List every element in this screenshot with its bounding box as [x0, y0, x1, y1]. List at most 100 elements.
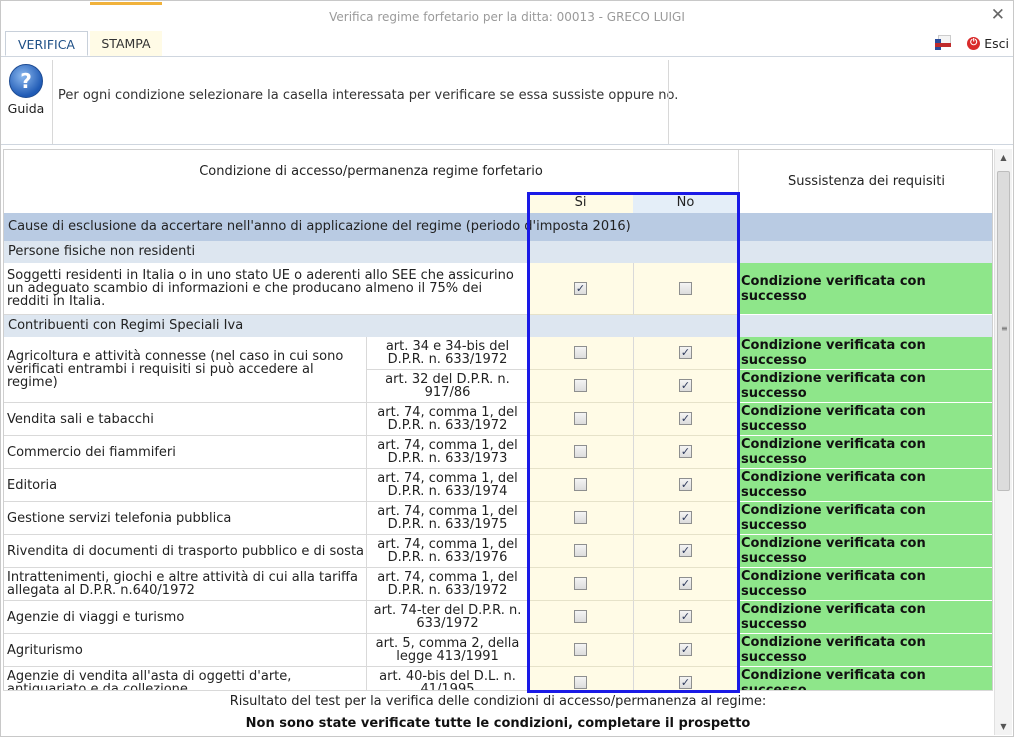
si-checkbox[interactable] [574, 676, 587, 689]
law-reference: art. 32 del D.P.R. n. 917/86 [366, 370, 528, 403]
vertical-scrollbar[interactable]: ▲ ≡ ▼ [994, 149, 1012, 735]
header-result: Sussistenza dei requisiti [738, 150, 992, 214]
no-cell [633, 263, 738, 315]
si-cell [528, 370, 633, 403]
law-reference: art. 74, comma 1, del D.P.R. n. 633/1973 [366, 436, 528, 469]
header-condition: Condizione di accesso/permanenza regime … [199, 164, 543, 179]
si-cell [528, 601, 633, 634]
no-cell: ✓ [633, 535, 738, 568]
ribbon-separator [52, 60, 53, 144]
no-checkbox[interactable]: ✓ [679, 511, 692, 524]
no-cell: ✓ [633, 568, 738, 601]
result-footer: Risultato del test per la verifica delle… [3, 690, 993, 735]
law-reference: art. 74, comma 1, del D.P.R. n. 633/1976 [366, 535, 528, 568]
section-title: Cause di esclusione da accertare nell'an… [4, 213, 992, 241]
result-cell: Condizione verificata con successo [738, 601, 992, 634]
instruction-text: Per ogni condizione selezionare la casel… [58, 88, 679, 103]
si-cell [528, 634, 633, 667]
tab-stampa[interactable]: STAMPA [90, 2, 162, 56]
header-si: Si [528, 193, 633, 213]
condition-label: Editoria [4, 469, 366, 502]
header-no: No [633, 193, 738, 213]
guide-label: Guida [7, 101, 45, 116]
no-checkbox[interactable]: ✓ [679, 643, 692, 656]
law-reference: art. 74, comma 1, del D.P.R. n. 633/1975 [366, 502, 528, 535]
result-cell: Condizione verificata con successo [738, 403, 992, 436]
condition-label: Vendita sali e tabacchi [4, 403, 366, 436]
si-checkbox[interactable] [574, 412, 587, 425]
scroll-thumb[interactable]: ≡ [997, 171, 1010, 491]
law-reference: art. 74, comma 1, del D.P.R. n. 633/1972 [366, 403, 528, 436]
result-cell: Condizione verificata con successo [738, 263, 992, 315]
si-checkbox[interactable] [574, 544, 587, 557]
condition-label: Agricoltura e attività connesse (nel cas… [4, 337, 366, 403]
condition-label: Soggetti residenti in Italia o in uno st… [4, 263, 528, 315]
condition-label: Agriturismo [4, 634, 366, 667]
si-checkbox[interactable] [574, 511, 587, 524]
no-checkbox[interactable]: ✓ [679, 412, 692, 425]
result-cell: Condizione verificata con successo [738, 535, 992, 568]
conditions-grid: Condizione di accesso/permanenza regime … [3, 149, 993, 733]
no-checkbox[interactable]: ✓ [679, 610, 692, 623]
footer-caption: Risultato del test per la verifica delle… [229, 694, 767, 709]
si-cell [528, 535, 633, 568]
si-checkbox[interactable] [574, 478, 587, 491]
si-cell [528, 502, 633, 535]
no-cell: ✓ [633, 601, 738, 634]
condition-label: Intrattenimenti, giochi e altre attività… [4, 568, 366, 601]
language-flag-icon[interactable] [935, 35, 951, 50]
power-icon: ⏻ [967, 37, 981, 50]
scroll-up-icon[interactable]: ▲ [995, 149, 1012, 166]
condition-label: Agenzie di viaggi e turismo [4, 601, 366, 634]
no-cell: ✓ [633, 502, 738, 535]
ribbon: ? Guida Per ogni condizione selezionare … [1, 57, 1013, 145]
no-checkbox[interactable]: ✓ [679, 379, 692, 392]
si-cell [528, 568, 633, 601]
no-checkbox[interactable]: ✓ [679, 544, 692, 557]
no-checkbox[interactable]: ✓ [679, 445, 692, 458]
group-title-non-residents: Persone fisiche non residenti [4, 241, 992, 263]
result-cell: Condizione verificata con successo [738, 370, 992, 403]
no-checkbox[interactable]: ✓ [679, 478, 692, 491]
tab-bar: VERIFICA STAMPA ⏻ Esci [1, 2, 1013, 57]
close-icon[interactable]: ✕ [991, 5, 1005, 25]
si-checkbox[interactable] [574, 346, 587, 359]
help-icon: ? [9, 64, 43, 98]
si-checkbox[interactable] [574, 445, 587, 458]
no-cell: ✓ [633, 337, 738, 370]
si-checkbox[interactable] [574, 379, 587, 392]
no-cell: ✓ [633, 469, 738, 502]
si-checkbox[interactable] [574, 577, 587, 590]
si-cell: ✓ [528, 263, 633, 315]
guide-button[interactable]: ? Guida [4, 60, 48, 144]
law-reference: art. 34 e 34-bis del D.P.R. n. 633/1972 [366, 337, 528, 370]
result-cell: Condizione verificata con successo [738, 469, 992, 502]
no-checkbox[interactable]: ✓ [679, 577, 692, 590]
group-title-special-vat: Contribuenti con Regimi Speciali Iva [4, 315, 992, 337]
si-cell [528, 337, 633, 370]
condition-label: Commercio dei fiammiferi [4, 436, 366, 469]
scroll-down-icon[interactable]: ▼ [995, 718, 1012, 735]
window-title: Verifica regime forfetario per la ditta:… [329, 10, 685, 24]
result-cell: Condizione verificata con successo [738, 568, 992, 601]
no-checkbox[interactable]: ✓ [679, 346, 692, 359]
exit-button[interactable]: ⏻ Esci [964, 34, 1009, 53]
si-checkbox[interactable]: ✓ [574, 281, 587, 295]
no-cell: ✓ [633, 634, 738, 667]
result-cell: Condizione verificata con successo [738, 337, 992, 370]
no-cell: ✓ [633, 370, 738, 403]
grip-icon: ≡ [1001, 324, 1008, 333]
result-cell: Condizione verificata con successo [738, 634, 992, 667]
si-checkbox[interactable] [574, 610, 587, 623]
law-reference: art. 74-ter del D.P.R. n. 633/1972 [366, 601, 528, 634]
si-cell [528, 436, 633, 469]
no-checkbox[interactable] [679, 281, 692, 295]
ribbon-divider [1, 144, 1013, 145]
tab-verifica[interactable]: VERIFICA [5, 31, 88, 56]
si-checkbox[interactable] [574, 643, 587, 656]
exit-label: Esci [984, 36, 1009, 51]
no-checkbox[interactable]: ✓ [679, 676, 692, 689]
result-cell: Condizione verificata con successo [738, 436, 992, 469]
no-cell: ✓ [633, 436, 738, 469]
si-cell [528, 469, 633, 502]
